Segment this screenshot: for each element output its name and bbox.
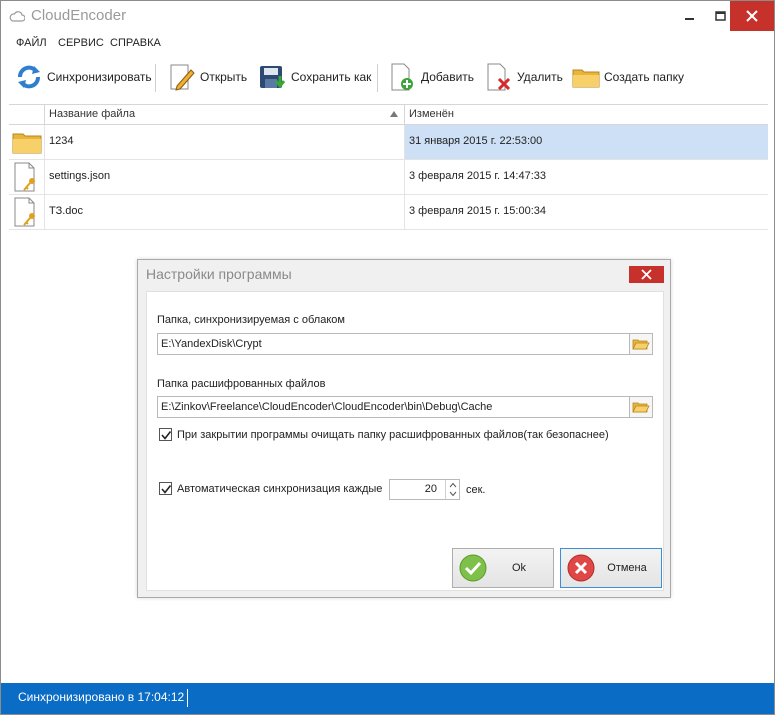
close-icon — [641, 269, 652, 280]
file-name-cell: 1234 — [45, 125, 405, 159]
column-header-modified[interactable]: Изменён — [405, 105, 768, 125]
toolbar: Синхронизировать Открыть Сохранить как Д… — [1, 56, 774, 98]
ok-label: Ok — [511, 562, 527, 574]
delete-file-icon — [487, 63, 511, 91]
minimize-icon — [685, 18, 694, 20]
menu-service[interactable]: СЕРВИС — [58, 37, 104, 49]
delete-button[interactable]: Удалить — [484, 59, 563, 95]
auto-sync-checkbox[interactable] — [159, 482, 172, 495]
file-name-cell: ТЗ.doc — [45, 195, 405, 229]
sync-label: Синхронизировать — [47, 70, 152, 84]
toolbar-separator — [377, 64, 378, 92]
checkmark-icon — [161, 485, 172, 494]
title-bar[interactable]: CloudEncoder — [1, 1, 774, 32]
clear-on-exit-option[interactable]: При закрытии программы очищать папку рас… — [159, 428, 609, 441]
save-disk-icon — [260, 66, 286, 89]
add-button[interactable]: Добавить — [388, 59, 474, 95]
add-label: Добавить — [421, 70, 475, 84]
modified-date-cell: 3 февраля 2015 г. 14:47:33 — [409, 170, 546, 182]
status-text: Синхронизировано в 17:04:12 — [18, 690, 185, 704]
sync-interval-stepper[interactable]: 20 — [389, 479, 460, 500]
add-file-icon — [391, 63, 413, 91]
encrypted-file-icon — [14, 162, 35, 192]
toolbar-separator — [155, 64, 156, 92]
file-grid: Название файла Изменён 1234 31 января 20… — [9, 104, 768, 231]
icon-column-header — [9, 105, 45, 125]
folder-icon — [12, 133, 42, 154]
close-icon — [746, 10, 758, 22]
sync-interval-unit: сек. — [466, 484, 486, 496]
status-separator — [187, 689, 188, 707]
clear-on-exit-label: При закрытии программы очищать папку рас… — [177, 428, 609, 441]
save-as-label: Сохранить как — [291, 70, 372, 84]
row-icon-cell — [9, 160, 45, 194]
create-folder-button[interactable]: Создать папку — [571, 59, 684, 95]
row-icon-cell — [9, 125, 45, 159]
row-icon-cell — [9, 195, 45, 229]
auto-sync-label: Автоматическая синхронизация каждые — [177, 482, 383, 495]
folder-icon — [572, 69, 600, 88]
browse-decrypted-folder-button[interactable] — [629, 396, 653, 418]
table-row[interactable]: settings.json 3 февраля 2015 г. 14:47:33 — [9, 160, 768, 195]
file-name-cell: settings.json — [45, 160, 405, 194]
create-folder-label: Создать папку — [604, 70, 684, 84]
column-header-modified-label: Изменён — [409, 108, 454, 120]
settings-dialog: Настройки программы Папка, синхронизируе… — [137, 259, 671, 598]
sync-interval-value: 20 — [424, 483, 437, 495]
table-row[interactable]: ТЗ.doc 3 февраля 2015 г. 15:00:34 — [9, 195, 768, 230]
close-button[interactable] — [730, 1, 774, 31]
delete-label: Удалить — [517, 70, 563, 84]
cancel-label: Отмена — [607, 562, 647, 574]
sync-button[interactable]: Синхронизировать — [14, 59, 152, 95]
decrypted-folder-input[interactable]: E:\Zinkov\Freelance\CloudEncoder\CloudEn… — [157, 396, 630, 418]
open-folder-icon — [632, 339, 650, 350]
cloud-app-icon — [9, 11, 25, 22]
encrypted-file-icon — [14, 197, 35, 227]
decrypted-folder-label: Папка расшифрованных файлов — [157, 378, 326, 390]
modified-date-cell: 31 января 2015 г. 22:53:00 — [405, 125, 768, 159]
checkmark-icon — [161, 431, 172, 440]
browse-sync-folder-button[interactable] — [629, 333, 653, 355]
grid-header: Название файла Изменён — [9, 104, 768, 125]
auto-sync-option[interactable]: Автоматическая синхронизация каждые — [159, 482, 382, 495]
dialog-close-button[interactable] — [629, 266, 664, 283]
open-folder-icon — [632, 402, 650, 413]
status-bar: Синхронизировано в 17:04:12 — [1, 683, 774, 714]
open-button[interactable]: Открыть — [167, 59, 247, 95]
spin-up-down-icon — [449, 482, 457, 497]
column-header-name[interactable]: Название файла — [45, 105, 405, 125]
table-row[interactable]: 1234 31 января 2015 г. 22:53:00 — [9, 125, 768, 160]
sort-ascending-icon — [390, 111, 398, 117]
sync-icon — [18, 65, 40, 89]
minimize-button[interactable] — [674, 1, 705, 32]
sync-folder-label: Папка, синхронизируемая с облаком — [157, 314, 345, 326]
menu-bar: ФАЙЛ СЕРВИС СПРАВКА — [1, 33, 774, 55]
window-title: CloudEncoder — [31, 7, 127, 24]
menu-help[interactable]: СПРАВКА — [110, 37, 161, 49]
menu-file[interactable]: ФАЙЛ — [16, 37, 47, 49]
cancel-button[interactable]: Отмена — [560, 548, 662, 588]
column-header-name-label: Название файла — [49, 108, 136, 120]
ok-button[interactable]: Ok — [452, 548, 554, 588]
save-as-button[interactable]: Сохранить как — [258, 59, 371, 95]
modified-date-cell: 3 февраля 2015 г. 15:00:34 — [409, 205, 546, 217]
sync-folder-input[interactable]: E:\YandexDisk\Crypt — [157, 333, 630, 355]
stepper-buttons[interactable] — [445, 480, 459, 499]
clear-on-exit-checkbox[interactable] — [159, 428, 172, 441]
settings-panel: Папка, синхронизируемая с облаком E:\Yan… — [146, 291, 664, 591]
open-label: Открыть — [200, 70, 248, 84]
edit-pencil-icon — [170, 64, 195, 91]
dialog-title: Настройки программы — [146, 266, 292, 282]
